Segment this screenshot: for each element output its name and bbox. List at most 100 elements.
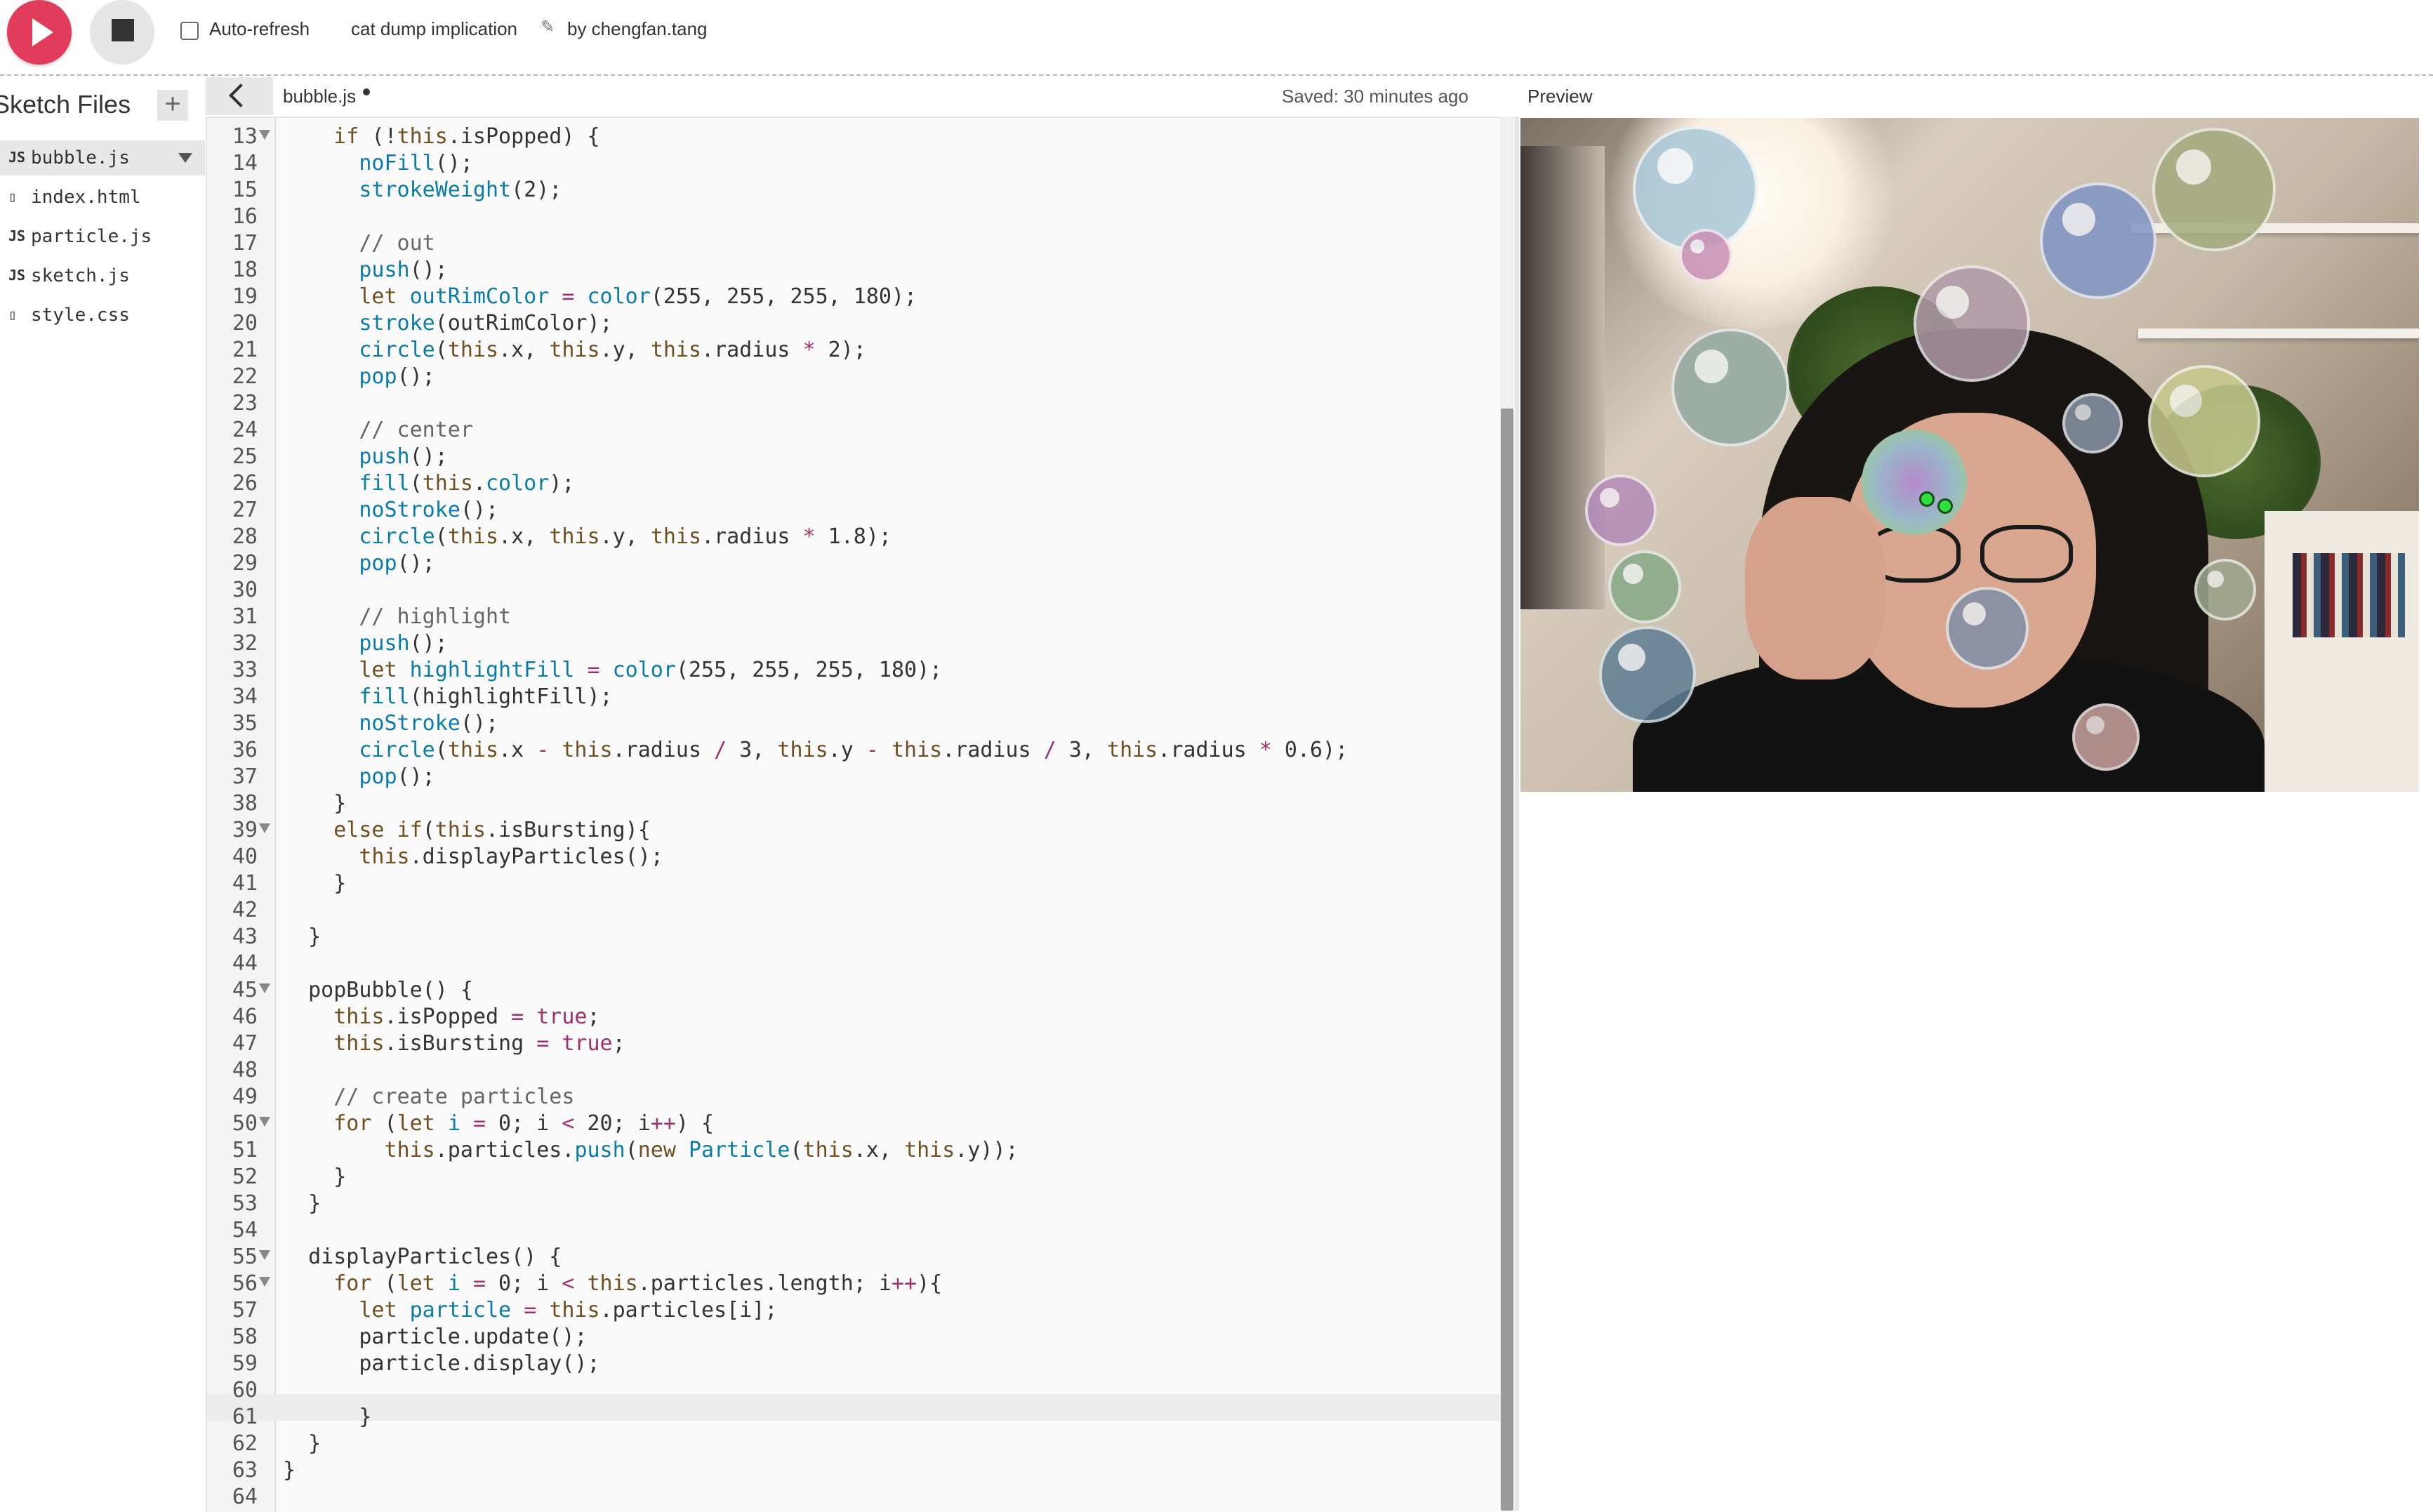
code-line[interactable]: 33 let highlightFill = color(255, 255, 2… (207, 657, 1499, 684)
play-button[interactable] (7, 0, 72, 65)
bubble (2194, 559, 2256, 621)
code-line[interactable]: 14 noFill(); (207, 150, 1499, 177)
code-line[interactable]: 16 (207, 204, 1499, 230)
sketch-preview[interactable] (1520, 118, 2419, 792)
file-item-bubble-js[interactable]: JS bubble.js (0, 140, 205, 175)
line-number: 41 (232, 871, 258, 896)
code-text: else if(this.isBursting){ (333, 818, 651, 842)
code-line[interactable]: 53 } (207, 1191, 1499, 1217)
collapse-sidebar-button[interactable] (206, 77, 273, 115)
file-item-index-html[interactable]: ▯ index.html (0, 180, 205, 215)
code-line[interactable]: 49 // create particles (207, 1084, 1499, 1110)
code-line[interactable]: 58 particle.update(); (207, 1324, 1499, 1351)
code-line[interactable]: 59 particle.display(); (207, 1351, 1499, 1377)
editor-scrollbar-thumb[interactable] (1501, 409, 1513, 1511)
code-editor[interactable]: 13 if (!this.isPopped) {14 noFill(); 15 s… (206, 117, 1516, 1512)
code-line[interactable]: 31 // highlight (207, 604, 1499, 630)
code-line[interactable]: 28 circle(this.x, this.y, this.radius * … (207, 524, 1499, 550)
code-line[interactable]: 56 for (let i = 0; i < this.particles.le… (207, 1271, 1499, 1297)
code-text: noStroke(); (359, 498, 499, 522)
code-line[interactable]: 32 push(); (207, 630, 1499, 657)
file-item-sketch-js[interactable]: JS sketch.js (0, 258, 205, 293)
code-line[interactable]: 50 for (let i = 0; i < 20; i++) { (207, 1110, 1499, 1137)
code-line[interactable]: 23 (207, 390, 1499, 417)
code-line[interactable]: 57 let particle = this.particles[i]; (207, 1297, 1499, 1324)
code-line[interactable]: 48 (207, 1057, 1499, 1084)
code-line[interactable]: 52 } (207, 1164, 1499, 1191)
code-line[interactable]: 43 } (207, 924, 1499, 950)
code-text: particle.update(); (283, 1325, 588, 1349)
code-line[interactable]: 26 fill(this.color); (207, 470, 1499, 497)
panel-divider[interactable] (1515, 117, 1519, 1511)
webcam-window (1520, 146, 1605, 609)
editor-tab-name[interactable]: bubble.js (283, 86, 356, 107)
line-number: 44 (232, 951, 258, 976)
code-line[interactable]: 20 stroke(outRimColor); (207, 310, 1499, 337)
stop-button[interactable] (90, 0, 154, 65)
code-line[interactable]: 17 // out (207, 230, 1499, 257)
code-line[interactable]: 61 } (207, 1404, 1499, 1431)
code-line[interactable]: 63} (207, 1457, 1499, 1484)
code-line[interactable]: 36 circle(this.x - this.radius / 3, this… (207, 737, 1499, 764)
code-line[interactable]: 45 popBubble() { (207, 977, 1499, 1004)
file-item-particle-js[interactable]: JS particle.js (0, 219, 205, 254)
chevron-down-icon[interactable] (178, 153, 192, 163)
code-line[interactable]: 21 circle(this.x, this.y, this.radius * … (207, 337, 1499, 364)
code-line[interactable]: 55 displayParticles() { (207, 1244, 1499, 1271)
code-text: if (!this.isPopped) { (333, 124, 600, 149)
code-line[interactable]: 29 pop(); (207, 550, 1499, 577)
code-line[interactable]: 46 this.isPopped = true; (207, 1004, 1499, 1030)
code-line[interactable]: 47 this.isBursting = true; (207, 1030, 1499, 1057)
code-line[interactable]: 19 let outRimColor = color(255, 255, 255… (207, 284, 1499, 310)
line-number: 34 (232, 684, 258, 709)
code-line[interactable]: 37 pop(); (207, 764, 1499, 790)
line-number: 14 (232, 151, 258, 175)
project-author[interactable]: by chengfan.tang (567, 18, 708, 40)
js-file-icon: JS (8, 149, 26, 166)
line-number: 43 (232, 924, 258, 949)
code-text: // center (359, 418, 473, 442)
code-line[interactable]: 35 noStroke(); (207, 710, 1499, 737)
code-line[interactable]: 62 } (207, 1431, 1499, 1457)
line-number: 60 (232, 1378, 258, 1402)
bubble-highlight (2062, 203, 2095, 236)
file-item-style-css[interactable]: ▯ style.css (0, 298, 205, 333)
js-file-icon: JS (8, 267, 26, 284)
code-line[interactable]: 51 this.particles.push(new Particle(this… (207, 1137, 1499, 1164)
fold-arrow-icon[interactable] (259, 1277, 270, 1287)
add-file-button[interactable]: + (157, 90, 188, 121)
code-line[interactable]: 15 strokeWeight(2); (207, 177, 1499, 204)
code-text: fill(highlightFill); (359, 684, 613, 709)
line-number: 45 (232, 978, 258, 1002)
code-line[interactable]: 25 push(); (207, 444, 1499, 470)
line-number: 28 (232, 524, 258, 549)
code-line[interactable]: 41 } (207, 870, 1499, 897)
code-line[interactable]: 22 pop(); (207, 364, 1499, 390)
code-line[interactable]: 40 this.displayParticles(); (207, 844, 1499, 870)
code-line[interactable]: 64 (207, 1484, 1499, 1511)
fold-arrow-icon[interactable] (259, 983, 270, 993)
fold-arrow-icon[interactable] (259, 823, 270, 833)
auto-refresh-checkbox[interactable] (180, 22, 199, 40)
code-text: } (283, 924, 321, 949)
fold-arrow-icon[interactable] (259, 130, 270, 140)
fold-arrow-icon[interactable] (259, 1250, 270, 1260)
code-line[interactable]: 34 fill(highlightFill); (207, 684, 1499, 710)
code-line[interactable]: 30 (207, 577, 1499, 604)
code-line[interactable]: 27 noStroke(); (207, 497, 1499, 524)
project-name[interactable]: cat dump implication (351, 18, 517, 40)
code-line[interactable]: 60 (207, 1377, 1499, 1404)
code-line[interactable]: 38 } (207, 790, 1499, 817)
file-name: style.css (31, 305, 130, 326)
code-line[interactable]: 54 (207, 1217, 1499, 1244)
code-line[interactable]: 42 (207, 897, 1499, 924)
bubble (1914, 265, 2030, 382)
code-line[interactable]: 44 (207, 950, 1499, 977)
pencil-icon[interactable]: ✎ (541, 17, 555, 37)
code-line[interactable]: 24 // center (207, 417, 1499, 444)
code-line[interactable]: 13 if (!this.isPopped) { (207, 124, 1499, 150)
code-line[interactable]: 18 push(); (207, 257, 1499, 284)
fold-arrow-icon[interactable] (259, 1117, 270, 1127)
code-line[interactable]: 39 else if(this.isBursting){ (207, 817, 1499, 844)
line-number: 25 (232, 444, 258, 469)
